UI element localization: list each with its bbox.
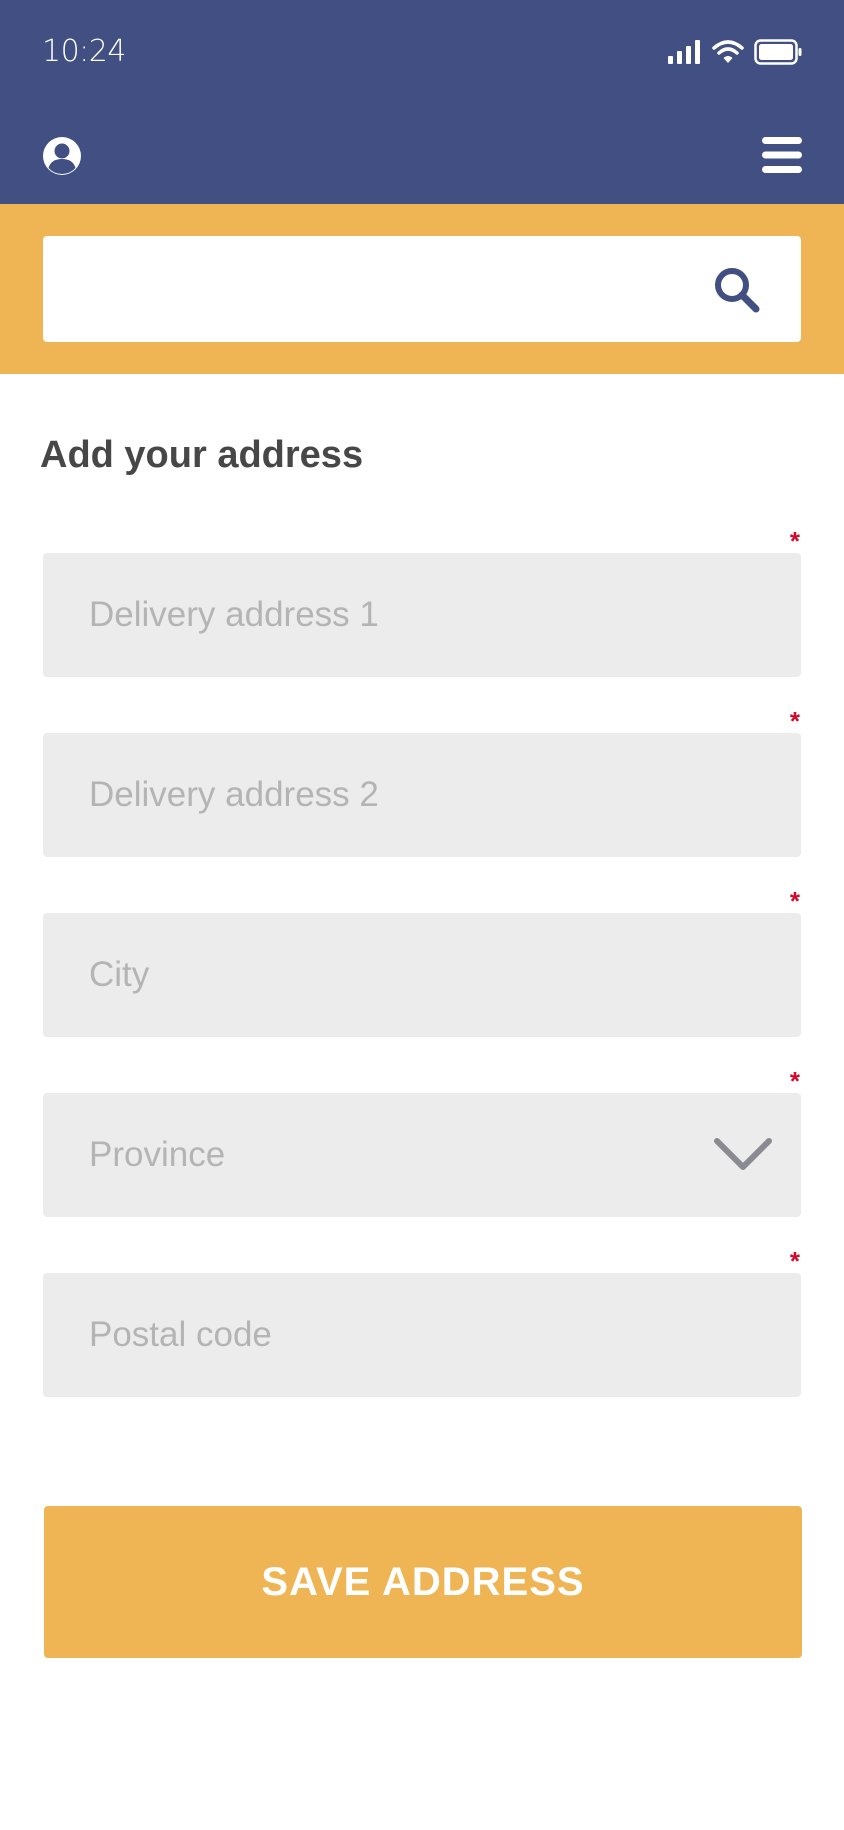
city-field[interactable] [43, 913, 801, 1037]
required-marker: * [789, 526, 800, 556]
search-bar [43, 236, 801, 342]
save-address-button[interactable]: SAVE ADDRESS [44, 1506, 802, 1658]
cellular-signal-icon [668, 40, 700, 64]
search-input[interactable] [63, 256, 707, 324]
battery-icon [754, 39, 802, 65]
required-marker: * [789, 1066, 800, 1096]
app-header: 10:24 [0, 0, 844, 204]
required-marker: * [789, 1246, 800, 1276]
required-marker: * [789, 886, 800, 916]
delivery-address-2-field[interactable] [43, 733, 801, 857]
user-circle-icon[interactable] [42, 136, 82, 176]
status-icons [668, 38, 802, 66]
page-title: Add your address [40, 434, 364, 476]
postal-code-field[interactable] [43, 1273, 801, 1397]
province-select-label: Province [89, 1135, 226, 1174]
delivery-address-1-field[interactable] [43, 553, 801, 677]
required-marker: * [789, 706, 800, 736]
status-time: 10:24 [42, 34, 126, 69]
chevron-down-icon[interactable] [713, 1135, 773, 1175]
wifi-icon [712, 40, 744, 63]
province-select[interactable]: Province [43, 1093, 801, 1217]
hamburger-menu-icon[interactable] [762, 136, 802, 174]
search-icon[interactable] [713, 266, 761, 314]
